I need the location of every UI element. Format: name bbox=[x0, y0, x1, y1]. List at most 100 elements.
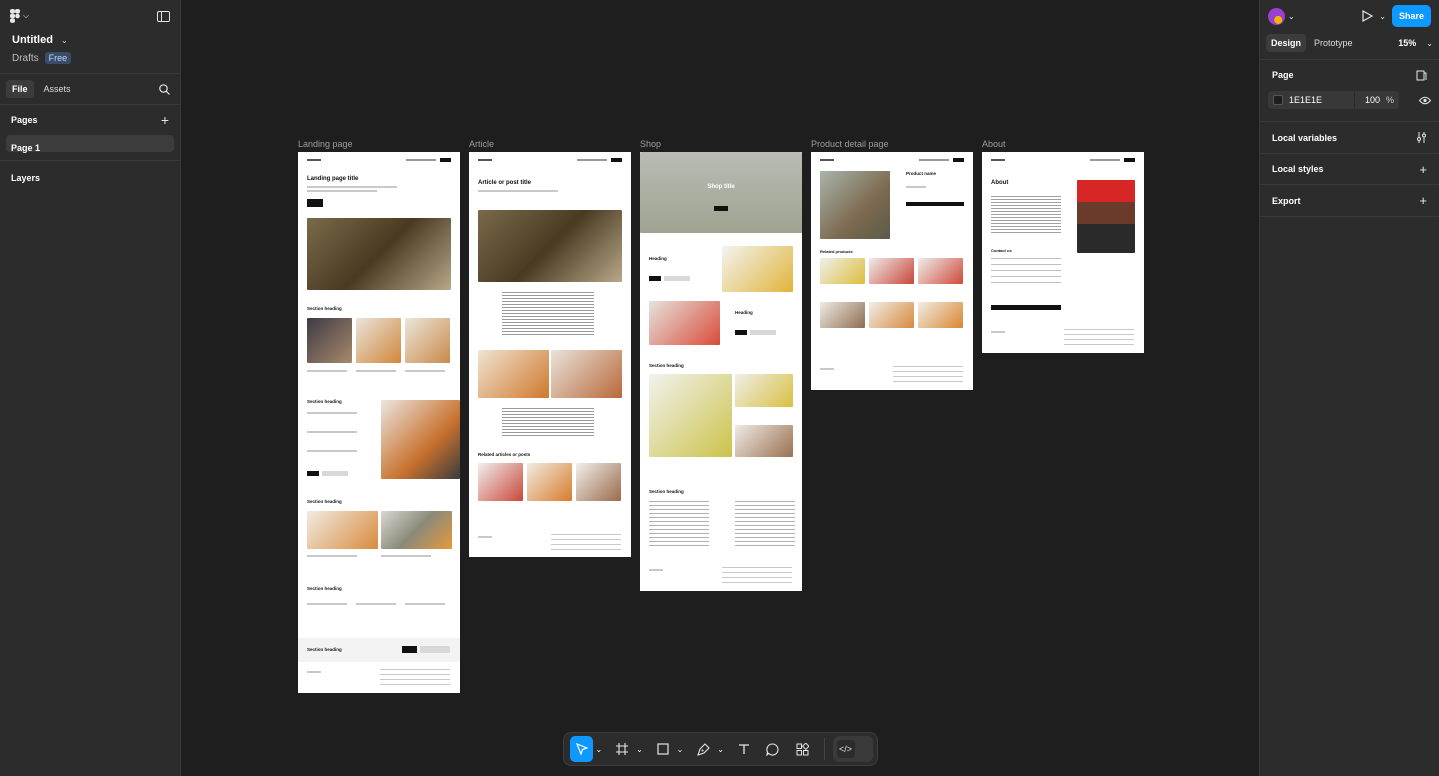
page-list-item[interactable]: Page 1 bbox=[6, 135, 174, 153]
file-title[interactable]: Untitled bbox=[12, 34, 53, 46]
section-heading: Section heading bbox=[307, 306, 342, 311]
text-tool-button[interactable] bbox=[732, 736, 755, 762]
export-row[interactable]: Export + bbox=[1260, 185, 1439, 216]
article-body bbox=[502, 292, 594, 337]
image bbox=[307, 511, 378, 549]
section-heading: Contact us bbox=[991, 248, 1012, 253]
button-secondary bbox=[322, 471, 348, 476]
percent-sign: % bbox=[1385, 95, 1394, 105]
text-line bbox=[356, 370, 396, 372]
opacity-value[interactable]: 100 bbox=[1365, 95, 1380, 105]
chevron-down-icon[interactable]: ⌄ bbox=[674, 736, 686, 762]
local-variables-row[interactable]: Local variables bbox=[1260, 122, 1439, 153]
pages-heading: Pages bbox=[11, 115, 38, 125]
page-section-label: Page bbox=[1272, 70, 1294, 80]
main-menu-button[interactable]: ⌵ bbox=[10, 9, 29, 23]
frame-title[interactable]: Landing page bbox=[298, 139, 353, 149]
add-style-icon[interactable]: + bbox=[1419, 162, 1427, 177]
plan-badge: Free bbox=[44, 52, 72, 64]
share-button[interactable]: Share bbox=[1391, 5, 1431, 27]
price bbox=[906, 186, 926, 188]
move-tool-button[interactable] bbox=[570, 736, 594, 762]
frame-icon bbox=[616, 743, 629, 755]
add-export-icon[interactable]: + bbox=[1419, 193, 1427, 208]
hero-image bbox=[478, 210, 622, 282]
zoom-control[interactable]: 15% ⌄ bbox=[1398, 38, 1433, 48]
page-color-field[interactable]: 1E1E1E 100 % bbox=[1268, 91, 1399, 109]
figma-logo-icon bbox=[10, 9, 20, 23]
image bbox=[722, 246, 793, 292]
text-line bbox=[478, 190, 558, 192]
text-line bbox=[307, 450, 357, 452]
text-icon bbox=[738, 744, 749, 754]
tab-assets[interactable]: Assets bbox=[38, 80, 77, 98]
add-page-icon[interactable]: + bbox=[161, 112, 169, 128]
color-swatch[interactable] bbox=[1273, 95, 1283, 105]
footer-links bbox=[1064, 329, 1134, 345]
eye-icon[interactable] bbox=[1419, 96, 1431, 105]
account-menu[interactable]: ⌄ bbox=[1268, 7, 1295, 25]
frame-title[interactable]: About bbox=[982, 139, 1006, 149]
chevron-down-icon[interactable]: ⌄ bbox=[593, 736, 605, 762]
sidebar-toggle-icon[interactable] bbox=[157, 10, 170, 22]
frame-about[interactable]: About Contact us bbox=[982, 152, 1144, 353]
left-panel: ⌵ Untitled ⌄ Drafts Free File Assets Pag… bbox=[0, 0, 181, 776]
frame-product-detail[interactable]: Product name Related products bbox=[811, 152, 973, 390]
sliders-icon[interactable] bbox=[1416, 132, 1427, 143]
page-fill-row: 1E1E1E 100 % bbox=[1260, 90, 1439, 110]
frame-title[interactable]: Article bbox=[469, 139, 494, 149]
search-icon[interactable] bbox=[159, 83, 170, 95]
canvas[interactable]: Landing page Landing page title Section … bbox=[181, 0, 1259, 776]
button bbox=[649, 276, 661, 281]
hero-image bbox=[640, 152, 802, 233]
feature-list bbox=[735, 501, 795, 547]
file-location[interactable]: Drafts bbox=[12, 53, 39, 64]
cursor-icon bbox=[575, 743, 588, 755]
footer-links bbox=[722, 567, 792, 583]
product-image bbox=[820, 171, 890, 239]
present-button[interactable] bbox=[1362, 10, 1374, 22]
local-styles-row[interactable]: Local styles + bbox=[1260, 154, 1439, 184]
right-panel: ⌄ ⌄ Share Design Prototype 15% ⌄ Page 1E… bbox=[1259, 0, 1439, 776]
image bbox=[551, 350, 622, 398]
bottom-toolbar: ⌄ ⌄ ⌄ ⌄ </> bbox=[563, 732, 878, 766]
tab-design[interactable]: Design bbox=[1266, 34, 1307, 52]
submit-button bbox=[991, 305, 1061, 310]
frame-heading: Product name bbox=[906, 171, 937, 176]
comment-tool-button[interactable] bbox=[761, 736, 784, 762]
frame-title[interactable]: Shop bbox=[640, 139, 661, 149]
section-heading: Heading bbox=[735, 310, 753, 315]
tab-prototype[interactable]: Prototype bbox=[1312, 34, 1355, 52]
frame-shop[interactable]: Shop title Heading Heading Section headi… bbox=[640, 152, 802, 591]
chevron-down-icon[interactable]: ⌄ bbox=[715, 736, 727, 762]
comment-icon bbox=[766, 742, 779, 756]
styles-icon[interactable] bbox=[1416, 70, 1427, 81]
footer-links bbox=[380, 669, 450, 685]
chevron-down-icon[interactable]: ⌄ bbox=[1379, 12, 1386, 21]
text-line bbox=[356, 603, 396, 605]
footer-text bbox=[478, 536, 492, 538]
pen-tool-button[interactable] bbox=[692, 736, 715, 762]
text-line bbox=[405, 603, 445, 605]
right-tabs: Design Prototype 15% ⌄ bbox=[1260, 32, 1439, 54]
nav-button bbox=[953, 158, 964, 162]
page-color-value[interactable]: 1E1E1E bbox=[1289, 95, 1322, 105]
chevron-down-icon[interactable]: ⌄ bbox=[61, 36, 68, 45]
button-secondary bbox=[664, 276, 690, 281]
chevron-down-icon: ⌵ bbox=[23, 11, 30, 20]
shape-tool-button[interactable] bbox=[651, 736, 674, 762]
tab-file[interactable]: File bbox=[6, 80, 34, 98]
frame-landing-page[interactable]: Landing page title Section heading Secti… bbox=[298, 152, 460, 693]
actions-tool-button[interactable] bbox=[791, 736, 814, 762]
chevron-down-icon[interactable]: ⌄ bbox=[634, 736, 646, 762]
text-line bbox=[307, 190, 377, 192]
frame-title[interactable]: Product detail page bbox=[811, 139, 889, 149]
nav-links bbox=[919, 159, 949, 161]
frame-tool-button[interactable] bbox=[611, 736, 634, 762]
code-icon: </> bbox=[836, 740, 855, 758]
nav-links bbox=[406, 159, 436, 161]
dev-mode-toggle[interactable]: </> bbox=[832, 736, 874, 762]
layers-header: Layers bbox=[0, 161, 180, 193]
frame-article[interactable]: Article or post title Related articles o… bbox=[469, 152, 631, 557]
image bbox=[478, 463, 523, 501]
